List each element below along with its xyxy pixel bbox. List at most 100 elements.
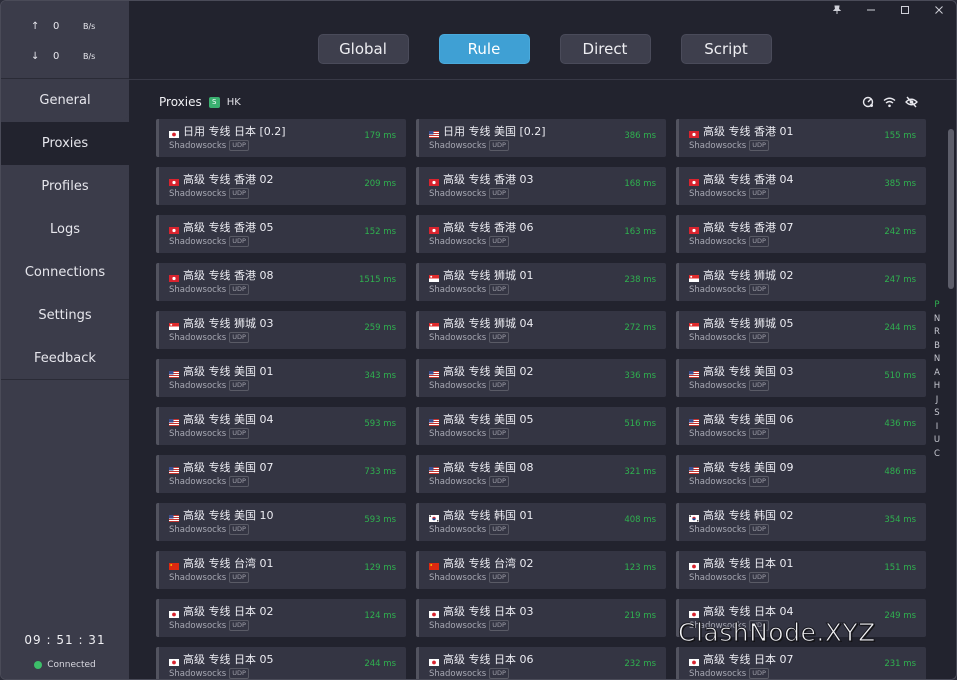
proxy-latency[interactable]: 593 ms <box>364 419 396 429</box>
minimize-icon[interactable] <box>854 1 888 19</box>
proxy-latency[interactable]: 168 ms <box>624 179 656 189</box>
index-letter[interactable]: H <box>932 380 942 394</box>
proxy-latency[interactable]: 259 ms <box>364 323 396 333</box>
proxy-latency[interactable]: 232 ms <box>624 659 656 669</box>
sidebar-item-connections[interactable]: Connections <box>1 251 129 294</box>
sidebar-item-settings[interactable]: Settings <box>1 294 129 337</box>
proxy-card[interactable]: 高级 专线 韩国 02ShadowsocksUDP354 ms <box>676 503 926 541</box>
proxy-latency[interactable]: 343 ms <box>364 371 396 381</box>
proxy-card[interactable]: 高级 专线 日本 03ShadowsocksUDP219 ms <box>416 599 666 637</box>
proxy-latency[interactable]: 408 ms <box>624 515 656 525</box>
proxy-card[interactable]: 日用 专线 日本 [0.2]ShadowsocksUDP179 ms <box>156 119 406 157</box>
index-letter[interactable]: S <box>932 407 942 421</box>
sidebar-item-logs[interactable]: Logs <box>1 208 129 251</box>
proxy-latency[interactable]: 151 ms <box>884 563 916 573</box>
proxy-latency[interactable]: 123 ms <box>624 563 656 573</box>
proxy-latency[interactable]: 238 ms <box>624 275 656 285</box>
proxy-card[interactable]: 高级 专线 香港 01ShadowsocksUDP155 ms <box>676 119 926 157</box>
proxy-latency[interactable]: 163 ms <box>624 227 656 237</box>
scrollbar-thumb[interactable] <box>948 129 954 289</box>
sidebar-item-proxies[interactable]: Proxies <box>1 122 129 165</box>
proxy-card[interactable]: 高级 专线 香港 07ShadowsocksUDP242 ms <box>676 215 926 253</box>
proxy-card[interactable]: 高级 专线 美国 05ShadowsocksUDP516 ms <box>416 407 666 445</box>
sidebar-item-profiles[interactable]: Profiles <box>1 165 129 208</box>
proxy-card[interactable]: 高级 专线 台湾 02ShadowsocksUDP123 ms <box>416 551 666 589</box>
proxy-card[interactable]: 高级 专线 日本 07ShadowsocksUDP231 ms <box>676 647 926 680</box>
index-letter[interactable]: J <box>932 394 942 408</box>
index-letter[interactable]: R <box>932 326 942 340</box>
proxy-latency[interactable]: 244 ms <box>884 323 916 333</box>
proxy-latency[interactable]: 249 ms <box>884 611 916 621</box>
proxy-latency[interactable]: 733 ms <box>364 467 396 477</box>
index-letter[interactable]: B <box>932 340 942 354</box>
pin-icon[interactable] <box>820 1 854 19</box>
index-letter[interactable]: C <box>932 448 942 462</box>
index-letter[interactable]: A <box>932 367 942 381</box>
proxy-card[interactable]: 高级 专线 香港 02ShadowsocksUDP209 ms <box>156 167 406 205</box>
proxy-latency[interactable]: 516 ms <box>624 419 656 429</box>
proxy-card[interactable]: 高级 专线 美国 09ShadowsocksUDP486 ms <box>676 455 926 493</box>
proxy-latency[interactable]: 1515 ms <box>359 275 396 285</box>
index-letter[interactable]: U <box>932 434 942 448</box>
proxy-latency[interactable]: 510 ms <box>884 371 916 381</box>
proxy-card[interactable]: 高级 专线 韩国 01ShadowsocksUDP408 ms <box>416 503 666 541</box>
proxy-card[interactable]: 高级 专线 美国 04ShadowsocksUDP593 ms <box>156 407 406 445</box>
proxy-latency[interactable]: 436 ms <box>884 419 916 429</box>
proxy-card[interactable]: 高级 专线 香港 05ShadowsocksUDP152 ms <box>156 215 406 253</box>
proxy-card[interactable]: 高级 专线 狮城 05ShadowsocksUDP244 ms <box>676 311 926 349</box>
speedtest-icon[interactable] <box>861 95 874 108</box>
proxy-latency[interactable]: 593 ms <box>364 515 396 525</box>
proxy-latency[interactable]: 242 ms <box>884 227 916 237</box>
proxy-card[interactable]: 高级 专线 香港 08ShadowsocksUDP1515 ms <box>156 263 406 301</box>
proxy-card[interactable]: 高级 专线 台湾 01ShadowsocksUDP129 ms <box>156 551 406 589</box>
mode-direct-button[interactable]: Direct <box>560 34 651 64</box>
proxy-card[interactable]: 高级 专线 美国 01ShadowsocksUDP343 ms <box>156 359 406 397</box>
sidebar-item-general[interactable]: General <box>1 79 129 122</box>
proxy-latency[interactable]: 336 ms <box>624 371 656 381</box>
index-letter[interactable]: N <box>932 353 942 367</box>
index-letter[interactable]: P <box>932 299 942 313</box>
sidebar-item-feedback[interactable]: Feedback <box>1 337 129 380</box>
proxy-card[interactable]: 高级 专线 美国 10ShadowsocksUDP593 ms <box>156 503 406 541</box>
proxy-latency[interactable]: 219 ms <box>624 611 656 621</box>
mode-rule-button[interactable]: Rule <box>439 34 530 64</box>
proxy-card[interactable]: 高级 专线 狮城 02ShadowsocksUDP247 ms <box>676 263 926 301</box>
proxy-latency[interactable]: 124 ms <box>364 611 396 621</box>
proxy-latency[interactable]: 272 ms <box>624 323 656 333</box>
proxy-latency[interactable]: 385 ms <box>884 179 916 189</box>
proxy-latency[interactable]: 244 ms <box>364 659 396 669</box>
index-letter[interactable]: N <box>932 313 942 327</box>
index-letter[interactable]: I <box>932 421 942 435</box>
proxy-latency[interactable]: 486 ms <box>884 467 916 477</box>
maximize-icon[interactable] <box>888 1 922 19</box>
proxy-card[interactable]: 日用 专线 美国 [0.2]ShadowsocksUDP386 ms <box>416 119 666 157</box>
proxy-card[interactable]: 高级 专线 日本 01ShadowsocksUDP151 ms <box>676 551 926 589</box>
proxy-card[interactable]: 高级 专线 美国 08ShadowsocksUDP321 ms <box>416 455 666 493</box>
proxy-latency[interactable]: 209 ms <box>364 179 396 189</box>
proxy-latency[interactable]: 247 ms <box>884 275 916 285</box>
proxy-latency[interactable]: 179 ms <box>364 131 396 141</box>
proxy-card[interactable]: 高级 专线 日本 02ShadowsocksUDP124 ms <box>156 599 406 637</box>
proxy-latency[interactable]: 231 ms <box>884 659 916 669</box>
proxy-card[interactable]: 高级 专线 香港 06ShadowsocksUDP163 ms <box>416 215 666 253</box>
mode-global-button[interactable]: Global <box>318 34 409 64</box>
close-icon[interactable] <box>922 1 956 19</box>
proxy-latency[interactable]: 155 ms <box>884 131 916 141</box>
proxy-card[interactable]: 高级 专线 美国 06ShadowsocksUDP436 ms <box>676 407 926 445</box>
proxy-latency[interactable]: 354 ms <box>884 515 916 525</box>
proxy-latency[interactable]: 386 ms <box>624 131 656 141</box>
proxy-card[interactable]: 高级 专线 日本 06ShadowsocksUDP232 ms <box>416 647 666 680</box>
proxy-card[interactable]: 高级 专线 美国 02ShadowsocksUDP336 ms <box>416 359 666 397</box>
proxy-card[interactable]: 高级 专线 狮城 04ShadowsocksUDP272 ms <box>416 311 666 349</box>
proxy-card[interactable]: 高级 专线 美国 03ShadowsocksUDP510 ms <box>676 359 926 397</box>
proxy-latency[interactable]: 321 ms <box>624 467 656 477</box>
eye-off-icon[interactable] <box>905 95 918 108</box>
proxy-card[interactable]: 高级 专线 狮城 03ShadowsocksUDP259 ms <box>156 311 406 349</box>
proxy-card[interactable]: 高级 专线 香港 03ShadowsocksUDP168 ms <box>416 167 666 205</box>
proxy-latency[interactable]: 152 ms <box>364 227 396 237</box>
mode-script-button[interactable]: Script <box>681 34 772 64</box>
proxy-card[interactable]: 高级 专线 狮城 01ShadowsocksUDP238 ms <box>416 263 666 301</box>
group-name[interactable]: HK <box>227 97 241 108</box>
proxy-card[interactable]: 高级 专线 美国 07ShadowsocksUDP733 ms <box>156 455 406 493</box>
proxy-card[interactable]: 高级 专线 日本 05ShadowsocksUDP244 ms <box>156 647 406 680</box>
